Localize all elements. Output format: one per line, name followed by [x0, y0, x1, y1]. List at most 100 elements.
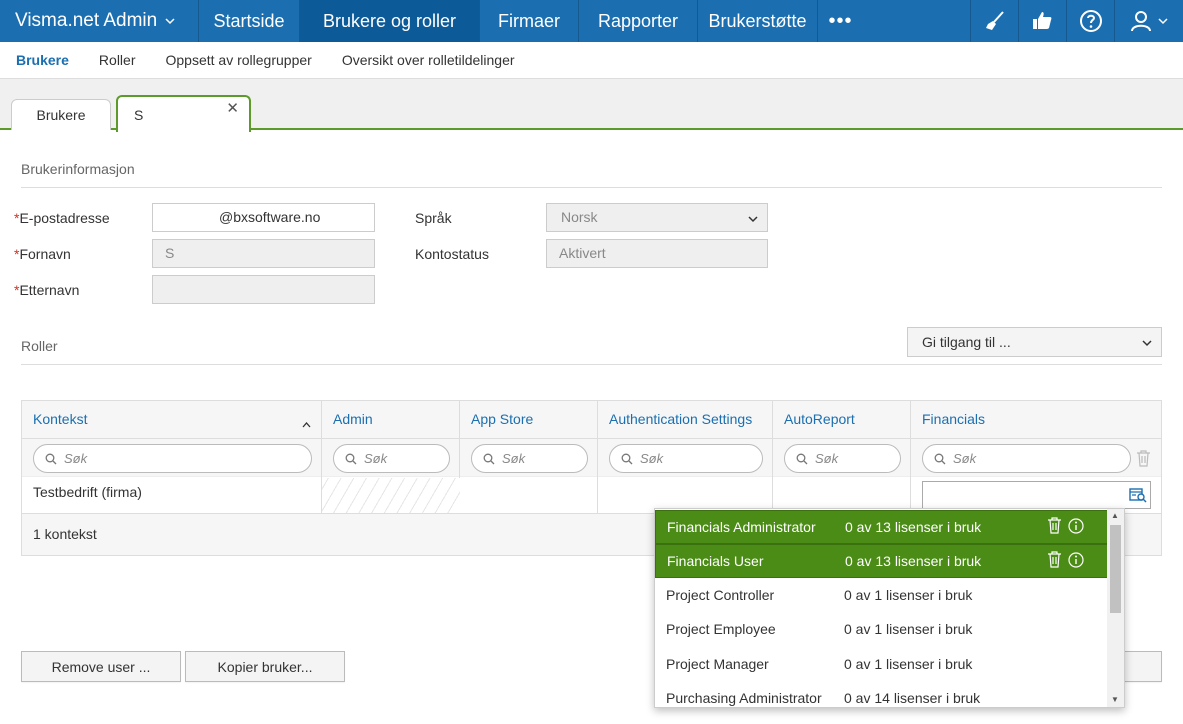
- role-name: Financials User: [667, 553, 764, 569]
- grant-access-select[interactable]: Gi tilgang til ...: [907, 327, 1162, 357]
- app-title: Visma.net Admin: [15, 10, 158, 31]
- scroll-down-icon[interactable]: ▼: [1111, 695, 1119, 704]
- language-label: Språk: [415, 210, 452, 226]
- divider: [21, 187, 1162, 188]
- nav-brukerstotte[interactable]: Brukerstøtte: [698, 0, 818, 42]
- trash-icon[interactable]: [1047, 517, 1062, 537]
- lastname-field[interactable]: [152, 275, 375, 304]
- role-licenses: 0 av 14 lisenser i bruk: [844, 690, 981, 706]
- role-licenses: 0 av 13 lisenser i bruk: [845, 553, 982, 569]
- search-placeholder: Søk: [815, 451, 839, 466]
- search-icon: [45, 453, 57, 465]
- search-placeholder: Søk: [64, 451, 88, 466]
- search-icon: [345, 453, 357, 465]
- chevron-down-icon: [1142, 334, 1152, 347]
- column-header-financials[interactable]: Financials: [922, 411, 985, 427]
- column-header-kontekst[interactable]: Kontekst: [33, 411, 87, 427]
- user-icon[interactable]: [1114, 0, 1183, 42]
- dropdown-item-financials-administrator[interactable]: Financials Administrator 0 av 13 lisense…: [655, 510, 1108, 544]
- role-name: Financials Administrator: [667, 519, 816, 535]
- section-title-brukerinformasjon: Brukerinformasjon: [21, 161, 135, 177]
- role-name: Project Employee: [666, 621, 776, 637]
- dropdown-item-project-manager[interactable]: Project Manager 0 av 1 lisenser i bruk: [655, 647, 1108, 681]
- column-header-admin[interactable]: Admin: [333, 411, 373, 427]
- subnav-rolletildelinger[interactable]: Oversikt over rolletildelinger: [342, 52, 515, 68]
- info-icon[interactable]: [1068, 551, 1084, 571]
- info-icon[interactable]: [1068, 517, 1084, 537]
- remove-user-button[interactable]: Remove user ...: [21, 651, 181, 682]
- search-placeholder: Søk: [953, 451, 977, 466]
- trash-icon[interactable]: [1047, 551, 1062, 571]
- role-name: Project Controller: [666, 587, 775, 603]
- dropdown-item-project-employee[interactable]: Project Employee 0 av 1 lisenser i bruk: [655, 612, 1108, 646]
- search-input-financials[interactable]: Søk: [922, 444, 1131, 473]
- tab-user-s[interactable]: S ✕: [116, 95, 251, 132]
- nav-startside[interactable]: Startside: [199, 0, 300, 42]
- search-input-kontekst[interactable]: Søk: [33, 444, 312, 473]
- email-label-text: E-postadresse: [19, 210, 110, 226]
- firstname-label-text: Fornavn: [19, 246, 71, 262]
- sort-asc-icon[interactable]: [302, 415, 311, 431]
- row-context: Testbedrift (firma): [33, 484, 142, 500]
- search-input-authentication[interactable]: Søk: [609, 444, 763, 473]
- financials-role-input[interactable]: [922, 481, 1151, 509]
- copy-user-button[interactable]: Kopier bruker...: [185, 651, 345, 682]
- section-title-roller: Roller: [21, 338, 58, 354]
- search-input-admin[interactable]: Søk: [333, 444, 450, 473]
- column-header-autoreport[interactable]: AutoReport: [784, 411, 855, 427]
- firstname-field[interactable]: S: [152, 239, 375, 268]
- close-icon[interactable]: ✕: [226, 99, 239, 117]
- email-field[interactable]: @bxsoftware.no: [152, 203, 375, 232]
- dropdown-scrollbar[interactable]: ▲ ▼: [1107, 509, 1124, 707]
- scrollbar-thumb[interactable]: [1110, 525, 1121, 613]
- search-placeholder: Søk: [502, 451, 526, 466]
- divider: [21, 364, 1162, 365]
- row-actions: [1047, 551, 1084, 571]
- search-icon: [934, 453, 946, 465]
- search-icon: [796, 453, 808, 465]
- help-icon[interactable]: [1066, 0, 1114, 42]
- dropdown-item-purchasing-administrator[interactable]: Purchasing Administrator 0 av 14 lisense…: [655, 681, 1108, 707]
- nav-rapporter[interactable]: Rapporter: [579, 0, 698, 42]
- status-label: Kontostatus: [415, 246, 489, 262]
- search-icon: [621, 453, 633, 465]
- tab-brukere[interactable]: Brukere: [11, 99, 111, 130]
- tab-user-label: S: [134, 107, 144, 123]
- trash-icon[interactable]: [1136, 450, 1151, 470]
- dropdown-item-financials-user[interactable]: Financials User 0 av 13 lisenser i bruk: [655, 544, 1108, 578]
- dropdown-item-project-controller[interactable]: Project Controller 0 av 1 lisenser i bru…: [655, 578, 1108, 612]
- top-navigation-bar: Visma.net Admin Startside Brukere og rol…: [0, 0, 1183, 42]
- subnav-brukere[interactable]: Brukere: [16, 52, 69, 68]
- sub-navigation: Brukere Roller Oppsett av rollegrupper O…: [0, 42, 1183, 79]
- status-field[interactable]: Aktivert: [546, 239, 768, 268]
- role-licenses: 0 av 1 lisenser i bruk: [844, 587, 973, 603]
- subnav-roller[interactable]: Roller: [99, 52, 136, 68]
- column-header-authentication[interactable]: Authentication Settings: [609, 411, 752, 427]
- email-label: *E-postadresse: [14, 210, 110, 226]
- hidden-button[interactable]: [1120, 651, 1162, 682]
- app-switcher[interactable]: Visma.net Admin: [0, 0, 199, 42]
- search-input-app-store[interactable]: Søk: [471, 444, 588, 473]
- search-input-autoreport[interactable]: Søk: [784, 444, 901, 473]
- language-select[interactable]: Norsk: [546, 203, 768, 232]
- thumbs-icon[interactable]: [1018, 0, 1066, 42]
- nav-firmaer[interactable]: Firmaer: [480, 0, 579, 42]
- language-value: Norsk: [561, 209, 598, 225]
- role-name: Purchasing Administrator: [666, 690, 822, 706]
- search-placeholder: Søk: [364, 451, 388, 466]
- chevron-down-icon: [165, 14, 175, 28]
- role-licenses: 0 av 1 lisenser i bruk: [844, 656, 973, 672]
- lookup-icon[interactable]: [1129, 487, 1147, 506]
- chevron-down-icon: [748, 210, 758, 223]
- column-header-app-store[interactable]: App Store: [471, 411, 533, 427]
- row-actions: [1047, 517, 1084, 537]
- role-licenses: 0 av 1 lisenser i bruk: [844, 621, 973, 637]
- role-name: Project Manager: [666, 656, 769, 672]
- nav-more-button[interactable]: •••: [818, 0, 863, 42]
- nav-brukere-og-roller[interactable]: Brukere og roller: [300, 0, 480, 42]
- subnav-rollegrupper[interactable]: Oppsett av rollegrupper: [166, 52, 312, 68]
- scroll-up-icon[interactable]: ▲: [1111, 511, 1119, 520]
- broom-icon[interactable]: [970, 0, 1018, 42]
- lastname-label-text: Etternavn: [19, 282, 80, 298]
